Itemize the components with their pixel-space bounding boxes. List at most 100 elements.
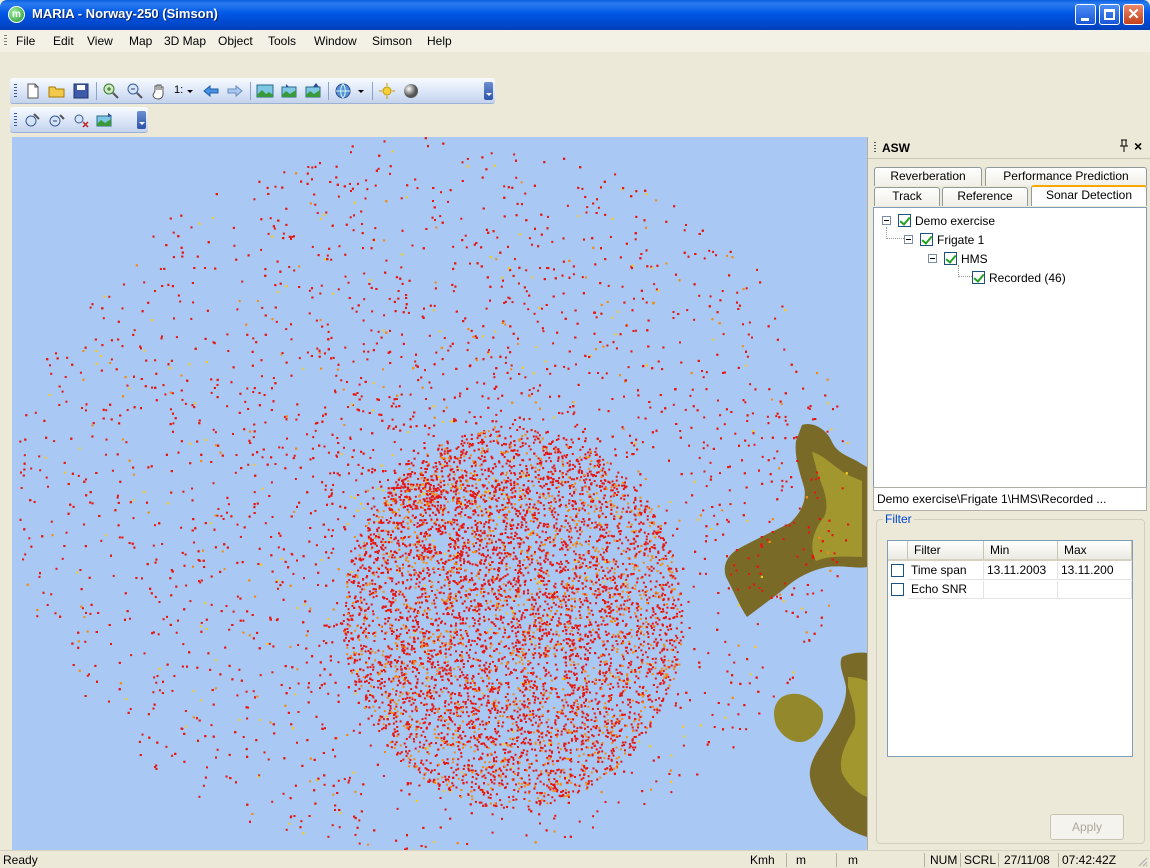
menubar-grip[interactable] (4, 35, 7, 47)
selected-path-field[interactable]: Demo exercise\Frigate 1\HMS\Recorded ... (873, 487, 1147, 511)
toolbar-grip[interactable] (14, 113, 17, 127)
tab-performance-prediction[interactable]: Performance Prediction (985, 167, 1147, 186)
sonar-detection-points (19, 137, 850, 850)
menu-file[interactable]: File (16, 34, 35, 48)
menu-map[interactable]: Map (129, 34, 152, 48)
status-date: 27/11/08 (1004, 853, 1050, 867)
zoom-out-icon[interactable] (126, 82, 144, 100)
table-cell-min[interactable]: 13.11.2003 (984, 562, 1058, 580)
map-image-icon[interactable] (256, 82, 274, 100)
tree-checkbox[interactable] (944, 252, 957, 265)
land-mass-south (774, 693, 824, 743)
map-canvas[interactable] (12, 137, 867, 850)
menu-window[interactable]: Window (314, 34, 357, 48)
pan-hand-icon[interactable] (150, 82, 168, 100)
table-cell-max[interactable] (1058, 581, 1132, 599)
toolbar-grip[interactable] (14, 84, 17, 98)
new-file-icon[interactable] (24, 82, 42, 100)
maximize-icon (1104, 9, 1115, 20)
menu-edit[interactable]: Edit (53, 34, 74, 48)
chevron-down-icon[interactable] (185, 82, 195, 100)
table-header-min[interactable]: Min (984, 541, 1058, 561)
tree-node-recorded[interactable]: Recorded (46) (972, 270, 1092, 286)
tree-checkbox[interactable] (898, 214, 911, 227)
tree-checkbox[interactable] (920, 233, 933, 246)
status-separator (998, 853, 999, 867)
tab-track[interactable]: Track (874, 187, 940, 206)
select-object-icon[interactable] (24, 111, 42, 129)
toolbar-overflow-button[interactable] (484, 82, 493, 100)
object-toolbar (10, 107, 148, 133)
chevron-down-icon[interactable] (356, 82, 366, 100)
filter-table[interactable]: Filter Min Max Time span 13.11.2003 13.1… (887, 540, 1133, 757)
panel-close-icon[interactable]: × (1134, 138, 1142, 154)
menu-view[interactable]: View (87, 34, 113, 48)
tree-node-frigate-1[interactable]: Frigate 1 (904, 232, 1044, 248)
zoom-in-icon[interactable] (102, 82, 120, 100)
pin-icon[interactable] (1118, 139, 1130, 153)
collapse-icon[interactable] (882, 216, 891, 225)
collapse-icon[interactable] (928, 254, 937, 263)
menu-3d-map[interactable]: 3D Map (164, 34, 206, 48)
status-scrl: SCRL (964, 853, 997, 867)
status-separator (1058, 853, 1059, 867)
app-icon[interactable]: m (8, 6, 25, 23)
status-separator (836, 853, 837, 867)
tree-node-demo-exercise[interactable]: Demo exercise (882, 213, 1042, 229)
zoom-scale-label[interactable]: 1: (174, 84, 183, 96)
status-separator (924, 853, 925, 867)
detection-tree[interactable]: Demo exercise Frigate 1 HMS Recorded (46… (873, 207, 1147, 508)
status-num: NUM (930, 853, 958, 867)
maximize-button[interactable] (1099, 4, 1120, 25)
resize-grip-icon[interactable] (1136, 855, 1148, 867)
back-arrow-icon[interactable] (202, 82, 220, 100)
tree-node-hms[interactable]: HMS (928, 251, 1048, 267)
table-cell-max[interactable]: 13.11.200 (1058, 562, 1132, 580)
map-layer-icon[interactable] (280, 82, 298, 100)
table-header-max[interactable]: Max (1058, 541, 1132, 561)
tab-reverberation[interactable]: Reverberation (874, 167, 982, 186)
collapse-icon[interactable] (904, 235, 913, 244)
filter-row-checkbox[interactable] (891, 564, 904, 577)
menu-help[interactable]: Help (427, 34, 452, 48)
window-title: MARIA - Norway-250 (Simson) (32, 6, 218, 21)
map-update-icon[interactable] (304, 82, 322, 100)
tree-checkbox[interactable] (972, 271, 985, 284)
delete-object-icon[interactable] (72, 111, 90, 129)
table-cell-filter: Echo SNR (908, 581, 984, 599)
sun-icon[interactable] (378, 82, 396, 100)
filter-row-checkbox[interactable] (891, 583, 904, 596)
filter-group: Filter Filter Min Max Time span 13.11.20… (876, 512, 1145, 844)
object-map-icon[interactable] (96, 111, 114, 129)
status-unit-2: m (848, 853, 858, 867)
panel-grip[interactable] (874, 142, 876, 154)
menu-object[interactable]: Object (218, 34, 253, 48)
status-time: 07:42:42Z (1062, 853, 1117, 867)
tree-connector (886, 227, 904, 239)
filter-group-label: Filter (883, 512, 914, 526)
title-bar[interactable]: m MARIA - Norway-250 (Simson) ✕ (0, 0, 1150, 30)
save-icon[interactable] (72, 82, 90, 100)
toolbar-separator (328, 82, 329, 100)
tree-node-label: Frigate 1 (937, 233, 985, 247)
map-view[interactable] (12, 137, 867, 850)
sphere-icon[interactable] (402, 82, 420, 100)
table-header-filter[interactable]: Filter (908, 541, 984, 561)
status-bar: Ready Kmh m m NUM SCRL 27/11/08 07:42:42… (0, 850, 1150, 868)
menu-simson[interactable]: Simson (372, 34, 412, 48)
menu-tools[interactable]: Tools (268, 34, 296, 48)
forward-arrow-icon[interactable] (226, 82, 244, 100)
edit-object-icon[interactable] (48, 111, 66, 129)
table-cell-min[interactable] (984, 581, 1058, 599)
open-folder-icon[interactable] (48, 82, 66, 100)
minimize-button[interactable] (1075, 4, 1096, 25)
globe-icon[interactable] (334, 82, 352, 100)
apply-button[interactable]: Apply (1050, 814, 1124, 840)
toolbar-overflow-button[interactable] (137, 111, 146, 129)
minimize-icon (1081, 18, 1089, 21)
asw-panel: ASW × Reverberation Performance Predicti… (867, 137, 1150, 850)
close-button[interactable]: ✕ (1123, 4, 1144, 25)
tab-sonar-detection[interactable]: Sonar Detection (1031, 185, 1147, 206)
toolbar-separator (250, 82, 251, 100)
tab-reference[interactable]: Reference (942, 187, 1028, 206)
